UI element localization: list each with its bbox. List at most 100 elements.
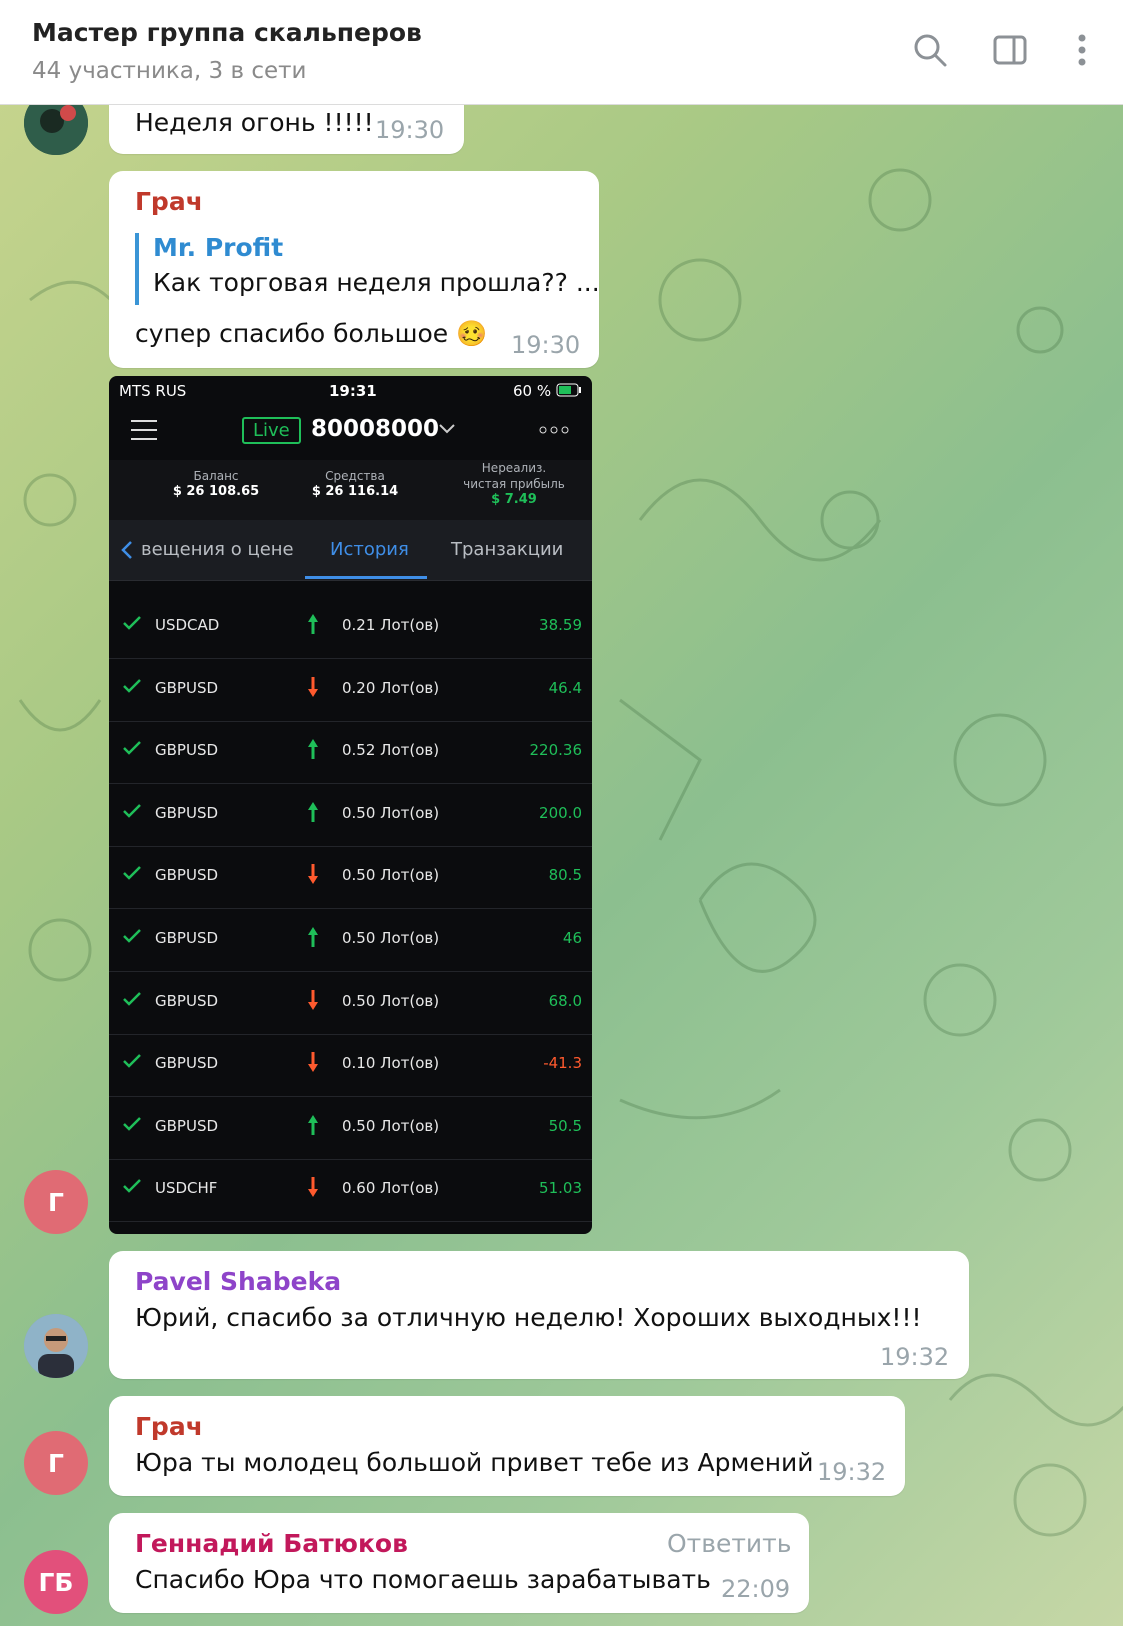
trade-pnl: 38.59 bbox=[539, 616, 582, 634]
phone-status-bar: MTS RUS 19:31 60 % bbox=[109, 376, 592, 404]
check-icon bbox=[123, 1179, 141, 1194]
trade-lots: 0.50 Лот(ов) bbox=[342, 866, 440, 885]
message-bubble[interactable]: Геннадий Батюков Ответить Спасибо Юра чт… bbox=[109, 1513, 809, 1613]
message-bubble[interactable]: Грач Mr. Profit Как торговая неделя прош… bbox=[109, 171, 600, 368]
arrow-up-icon bbox=[308, 739, 318, 760]
trade-lots: 0.21 Лот(ов) bbox=[342, 616, 440, 634]
trade-pnl: 50.5 bbox=[548, 1116, 582, 1135]
message-time: 19:30 bbox=[511, 331, 581, 359]
trade-row[interactable]: GBPUSD 0.50 Лот(ов) 200.0 bbox=[109, 784, 592, 847]
message-time: 19:30 bbox=[375, 116, 445, 144]
message-time: 19:32 bbox=[817, 1458, 887, 1486]
trade-symbol: GBPUSD bbox=[155, 803, 219, 822]
trade-lots: 0.50 Лот(ов) bbox=[342, 803, 440, 822]
clock: 19:31 bbox=[329, 382, 377, 400]
avatar[interactable] bbox=[24, 1314, 88, 1378]
unrealized-pnl-stat: Нереализ. чистая прибыль $ 7.49 bbox=[463, 461, 565, 507]
trade-lots: 0.50 Лот(ов) bbox=[342, 929, 440, 947]
trade-symbol: GBPUSD bbox=[155, 1116, 219, 1135]
trade-pnl: 51.03 bbox=[539, 1179, 582, 1198]
trade-pnl: 46.4 bbox=[548, 678, 582, 697]
balance-stat: Баланс $ 26 108.65 bbox=[172, 469, 260, 499]
menu-icon[interactable] bbox=[131, 420, 157, 440]
trade-row[interactable]: GBPUSD 0.50 Лот(ов) 68.0 bbox=[109, 972, 592, 1035]
trade-pnl: 46 bbox=[562, 929, 582, 947]
tab-transactions[interactable]: Транзакции bbox=[451, 539, 563, 560]
trade-row[interactable]: USDCHF 0.60 Лот(ов) 51.03 bbox=[109, 1159, 592, 1223]
trade-lots: 0.50 Лот(ов) bbox=[342, 991, 440, 1010]
check-icon bbox=[123, 678, 141, 693]
battery-icon bbox=[556, 383, 581, 397]
trade-lots: 0.52 Лот(ов) bbox=[342, 741, 440, 760]
chat-member-count: 44 участника, 3 в сети bbox=[32, 58, 307, 84]
message-text: Спасибо Юра что помогаешь зарабатывать bbox=[135, 1565, 711, 1594]
chat-title[interactable]: Мастер группа скальперов bbox=[32, 18, 422, 47]
trade-lots: 0.20 Лот(ов) bbox=[342, 678, 440, 697]
tab-price-alerts[interactable]: вещения о цене bbox=[141, 539, 294, 560]
account-bar: Live 80008000 bbox=[109, 404, 592, 460]
trade-row[interactable]: GBPUSD 0.20 Лот(ов) 46.4 bbox=[109, 659, 592, 722]
check-icon bbox=[123, 1116, 141, 1131]
message-text: Неделя огонь !!!!! bbox=[135, 108, 374, 137]
reply-button[interactable]: Ответить bbox=[667, 1529, 791, 1558]
tab-history[interactable]: История bbox=[330, 539, 409, 560]
sender-name[interactable]: Геннадий Батюков bbox=[135, 1529, 408, 1558]
trade-symbol: GBPUSD bbox=[155, 991, 219, 1010]
sidebar-toggle-icon[interactable] bbox=[990, 30, 1030, 70]
trade-pnl: 220.36 bbox=[529, 741, 583, 760]
arrow-down-icon bbox=[308, 1052, 318, 1073]
tab-bar: вещения о цене История Транзакции bbox=[109, 520, 592, 581]
search-icon[interactable] bbox=[910, 30, 950, 70]
check-icon bbox=[123, 929, 141, 943]
trade-row[interactable]: GBPUSD 0.52 Лот(ов) 220.36 bbox=[109, 721, 592, 785]
message-text: супер спасибо большое 🥴 bbox=[135, 319, 488, 348]
account-summary: Баланс $ 26 108.65 Средства $ 26 116.14 Не… bbox=[109, 460, 592, 520]
check-icon bbox=[123, 616, 141, 630]
account-number[interactable]: 80008000 bbox=[311, 416, 439, 442]
trade-symbol: GBPUSD bbox=[155, 929, 219, 947]
arrow-down-icon bbox=[308, 1177, 318, 1198]
trade-row[interactable]: USDCAD 0.21 Лот(ов) 38.59 bbox=[109, 596, 592, 659]
trade-row[interactable]: GBPUSD 0.50 Лот(ов) 50.5 bbox=[109, 1097, 592, 1160]
avatar[interactable]: Г bbox=[24, 1170, 88, 1234]
check-icon bbox=[123, 741, 141, 755]
trade-row[interactable]: GBPUSD 0.50 Лот(ов) 80.5 bbox=[109, 846, 592, 910]
avatar[interactable]: Г bbox=[24, 1431, 88, 1495]
trade-row[interactable]: GBPUSD 0.10 Лот(ов) -41.3 bbox=[109, 1034, 592, 1098]
check-icon bbox=[123, 991, 141, 1006]
message-text: Юра ты молодец большой привет тебе из Ар… bbox=[135, 1448, 814, 1477]
chat-header: Мастер группа скальперов 44 участника, 3… bbox=[0, 0, 1123, 105]
check-icon bbox=[123, 866, 141, 881]
message-bubble[interactable]: Грач Юра ты молодец большой привет тебе … bbox=[109, 1396, 905, 1496]
trade-lots: 0.60 Лот(ов) bbox=[342, 1179, 440, 1198]
check-icon bbox=[123, 803, 141, 818]
more-horizontal-icon[interactable] bbox=[539, 426, 569, 434]
sender-name[interactable]: Pavel Shabeka bbox=[135, 1267, 341, 1296]
reply-quote[interactable]: Mr. Profit Как торговая неделя прошла?? … bbox=[135, 233, 600, 305]
message-bubble[interactable]: Pavel Shabeka Юрий, спасибо за отличную … bbox=[109, 1251, 969, 1379]
trade-lots: 0.10 Лот(ов) bbox=[342, 1054, 440, 1073]
message-text: Юрий, спасибо за отличную неделю! Хороши… bbox=[135, 1303, 922, 1332]
trade-symbol: GBPUSD bbox=[155, 1054, 219, 1073]
trade-pnl: 68.0 bbox=[548, 991, 582, 1010]
arrow-up-icon bbox=[308, 1114, 318, 1135]
arrow-up-icon bbox=[308, 614, 318, 634]
chevron-down-icon[interactable] bbox=[439, 424, 455, 434]
arrow-down-icon bbox=[308, 676, 318, 697]
equity-stat: Средства $ 26 116.14 bbox=[311, 469, 399, 499]
sender-name[interactable]: Грач bbox=[135, 187, 203, 216]
arrow-down-icon bbox=[308, 989, 318, 1010]
chevron-left-icon[interactable] bbox=[121, 540, 133, 560]
more-vertical-icon[interactable] bbox=[1062, 30, 1102, 70]
trade-row[interactable]: GBPUSD 0.50 Лот(ов) 46 bbox=[109, 909, 592, 972]
sender-name[interactable]: Грач bbox=[135, 1412, 203, 1441]
avatar[interactable]: ГБ bbox=[24, 1550, 88, 1614]
live-badge: Live bbox=[242, 417, 301, 444]
trade-symbol: GBPUSD bbox=[155, 866, 219, 885]
trading-app-screenshot[interactable]: MTS RUS 19:31 60 % Live 80008000 Баланс $… bbox=[109, 376, 592, 1234]
trade-pnl: 200.0 bbox=[539, 803, 582, 822]
trade-symbol: USDCAD bbox=[155, 616, 220, 634]
trade-pnl: 80.5 bbox=[548, 866, 582, 885]
check-icon bbox=[123, 1054, 141, 1068]
battery-level: 60 % bbox=[513, 382, 552, 400]
